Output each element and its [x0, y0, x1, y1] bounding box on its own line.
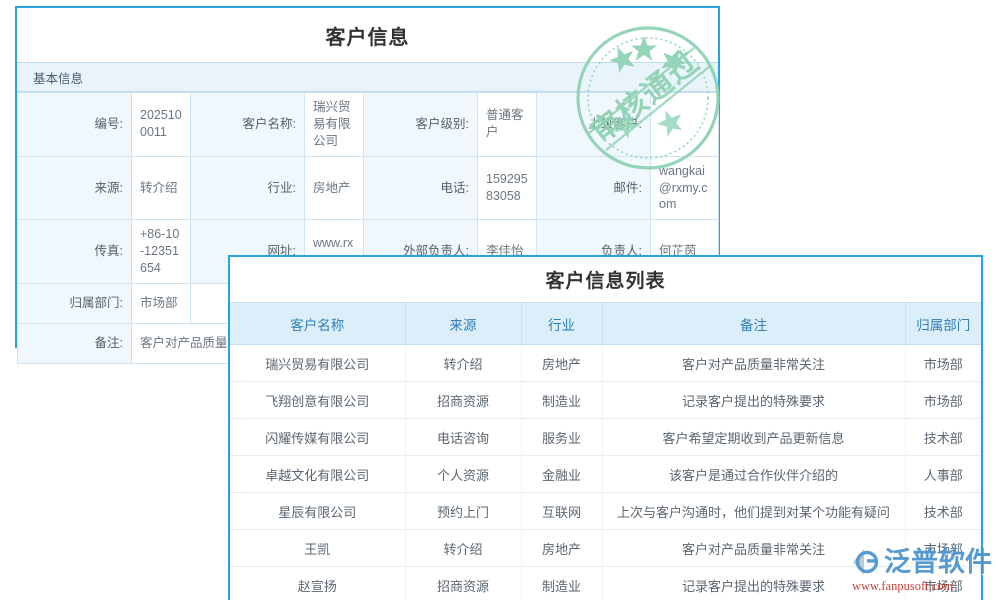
- cell-dept[interactable]: 技术部: [905, 492, 981, 530]
- detail-section-label: 基本信息: [33, 71, 84, 86]
- detail-field-value: 普通客户: [477, 92, 537, 157]
- table-row[interactable]: 赵宣扬 招商资源 制造业 记录客户提出的特殊要求 市场部: [230, 566, 981, 600]
- cell-source: 转介绍: [405, 529, 522, 567]
- cell-note: 客户对产品质量非常关注: [602, 529, 906, 567]
- cell-note: 记录客户提出的特殊要求: [602, 566, 906, 600]
- screen: 客户信息 基本信息 编号: 2025100011 客户名称: 瑞兴贸易有限公司 …: [0, 0, 1000, 600]
- detail-panel-title: 客户信息: [17, 8, 718, 62]
- cell-dept[interactable]: 人事部: [905, 455, 981, 493]
- column-header-industry[interactable]: 行业: [521, 302, 603, 345]
- customer-list-panel: 客户信息列表 客户名称 来源 行业 备注 归属部门 瑞兴贸易有限公司 转介绍 房…: [228, 255, 983, 600]
- detail-field-label: 编号:: [17, 92, 132, 157]
- cell-industry: 互联网: [521, 492, 603, 530]
- cell-industry: 房地产: [521, 344, 603, 382]
- table-header-row: 客户名称 来源 行业 备注 归属部门: [230, 302, 981, 345]
- detail-field-label: 上级客户:: [536, 92, 651, 157]
- cell-industry: 制造业: [521, 566, 603, 600]
- table-row[interactable]: 星辰有限公司 预约上门 互联网 上次与客户沟通时，他们提到对某个功能有疑问 技术…: [230, 492, 981, 530]
- table-row[interactable]: 卓越文化有限公司 个人资源 金融业 该客户是通过合作伙伴介绍的 人事部: [230, 455, 981, 493]
- cell-name: 闪耀传媒有限公司: [230, 418, 406, 456]
- detail-field-value: 2025100011: [131, 92, 191, 157]
- cell-industry: 服务业: [521, 418, 603, 456]
- cell-name: 星辰有限公司: [230, 492, 406, 530]
- detail-field-value: 转介绍: [131, 155, 191, 221]
- detail-field-value: 瑞兴贸易有限公司: [304, 92, 364, 157]
- cell-dept[interactable]: 技术部: [905, 418, 981, 456]
- detail-field-label: 电话:: [363, 155, 478, 221]
- column-header-source[interactable]: 来源: [405, 302, 522, 345]
- cell-source: 转介绍: [405, 344, 522, 382]
- cell-industry: 金融业: [521, 455, 603, 493]
- detail-field-label: 邮件:: [536, 155, 651, 221]
- detail-field-label: 客户名称:: [190, 92, 305, 157]
- cell-name: 瑞兴贸易有限公司: [230, 344, 406, 382]
- detail-field-value: wangkai@rxmy.com: [650, 155, 719, 221]
- detail-field-label: 客户级别:: [363, 92, 478, 157]
- table-row[interactable]: 飞翔创意有限公司 招商资源 制造业 记录客户提出的特殊要求 市场部: [230, 381, 981, 419]
- table-row[interactable]: 王凯 转介绍 房地产 客户对产品质量非常关注 市场部: [230, 529, 981, 567]
- detail-field-value: +86-10-12351654: [131, 219, 191, 284]
- cell-name: 赵宣扬: [230, 566, 406, 600]
- detail-row: 来源: 转介绍 行业: 房地产 电话: 15929583058 邮件: wang…: [17, 155, 719, 221]
- cell-industry: 制造业: [521, 381, 603, 419]
- column-header-name[interactable]: 客户名称: [230, 302, 406, 345]
- column-header-note[interactable]: 备注: [602, 302, 906, 345]
- table-row[interactable]: 闪耀传媒有限公司 电话咨询 服务业 客户希望定期收到产品更新信息 技术部: [230, 418, 981, 456]
- table-row[interactable]: 瑞兴贸易有限公司 转介绍 房地产 客户对产品质量非常关注 市场部: [230, 344, 981, 382]
- cell-note: 客户对产品质量非常关注: [602, 344, 906, 382]
- cell-dept[interactable]: 市场部: [905, 566, 981, 600]
- detail-field-value: 15929583058: [477, 155, 537, 221]
- detail-field-label: 备注:: [17, 322, 132, 364]
- cell-industry: 房地产: [521, 529, 603, 567]
- cell-source: 电话咨询: [405, 418, 522, 456]
- cell-name: 飞翔创意有限公司: [230, 381, 406, 419]
- detail-field-value: [650, 92, 719, 157]
- cell-dept[interactable]: 市场部: [905, 344, 981, 382]
- detail-field-label: 传真:: [17, 219, 132, 284]
- cell-source: 预约上门: [405, 492, 522, 530]
- cell-source: 个人资源: [405, 455, 522, 493]
- list-panel-title: 客户信息列表: [230, 257, 981, 302]
- detail-field-label: 行业:: [190, 155, 305, 221]
- detail-field-value: 市场部: [131, 282, 191, 324]
- detail-field-value: 房地产: [304, 155, 364, 221]
- cell-dept[interactable]: 市场部: [905, 529, 981, 567]
- cell-name: 王凯: [230, 529, 406, 567]
- customer-list-table: 客户名称 来源 行业 备注 归属部门 瑞兴贸易有限公司 转介绍 房地产 客户对产…: [230, 302, 981, 600]
- cell-note: 客户希望定期收到产品更新信息: [602, 418, 906, 456]
- cell-name: 卓越文化有限公司: [230, 455, 406, 493]
- cell-dept[interactable]: 市场部: [905, 381, 981, 419]
- detail-field-label: 归属部门:: [17, 282, 132, 324]
- detail-field-label: 来源:: [17, 155, 132, 221]
- cell-source: 招商资源: [405, 381, 522, 419]
- detail-row: 编号: 2025100011 客户名称: 瑞兴贸易有限公司 客户级别: 普通客户…: [17, 92, 719, 157]
- cell-source: 招商资源: [405, 566, 522, 600]
- cell-note: 记录客户提出的特殊要求: [602, 381, 906, 419]
- column-header-dept[interactable]: 归属部门: [905, 302, 981, 345]
- cell-note: 上次与客户沟通时，他们提到对某个功能有疑问: [602, 492, 906, 530]
- cell-note: 该客户是通过合作伙伴介绍的: [602, 455, 906, 493]
- detail-section-header: 基本信息: [17, 62, 718, 92]
